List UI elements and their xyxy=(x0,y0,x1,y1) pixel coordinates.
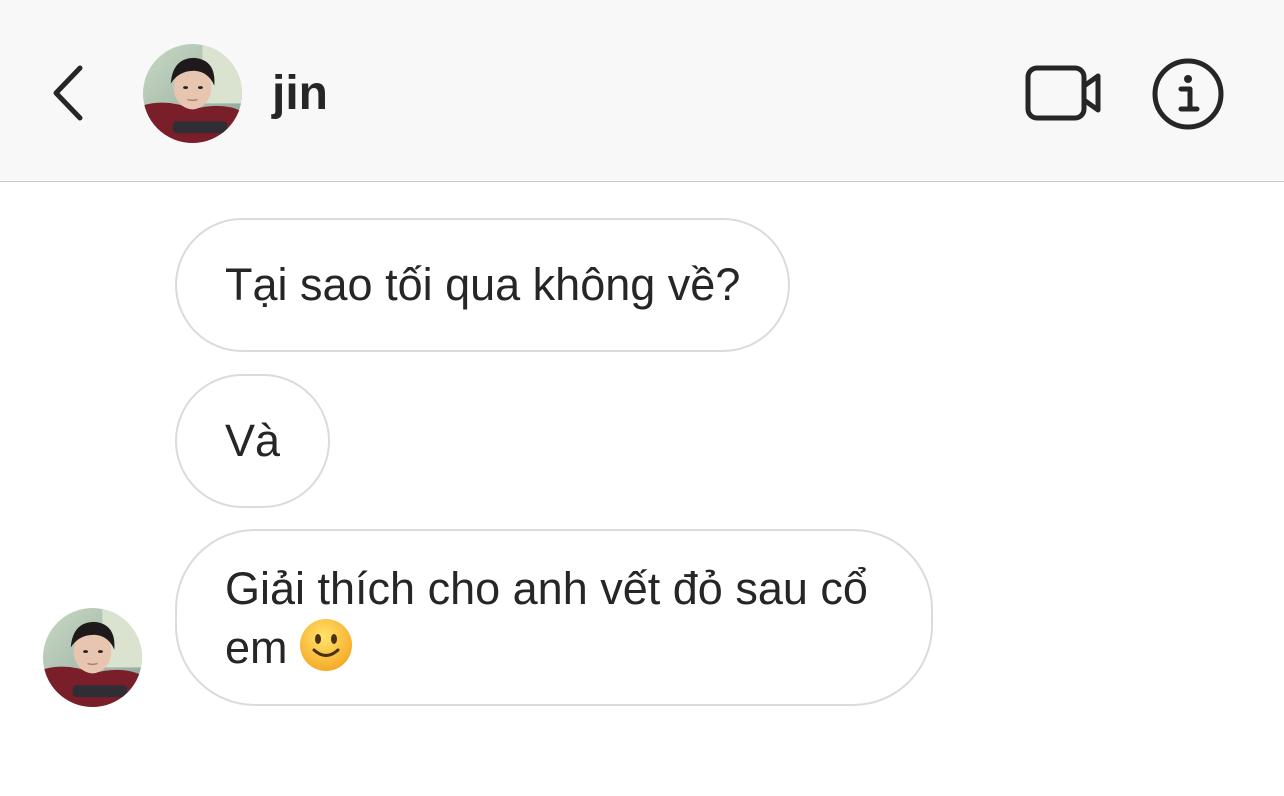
info-icon xyxy=(1152,58,1224,130)
video-camera-icon xyxy=(1025,65,1101,121)
profile-photo xyxy=(143,44,242,143)
message-bubble[interactable]: Tại sao tối qua không về? xyxy=(175,218,791,352)
profile-photo xyxy=(43,608,142,707)
info-button[interactable] xyxy=(1150,56,1226,132)
header-avatar[interactable] xyxy=(143,44,242,143)
chat-username[interactable]: jin xyxy=(272,66,328,122)
message-bubble[interactable]: Và xyxy=(175,374,331,508)
message-text: Và xyxy=(225,415,281,466)
sender-avatar[interactable] xyxy=(43,608,142,707)
slightly-smiling-face-emoji xyxy=(298,617,354,673)
back-button[interactable] xyxy=(40,56,100,130)
message-bubble[interactable]: Giải thích cho anh vết đỏ sau cổ em xyxy=(175,529,933,706)
video-call-button[interactable] xyxy=(1022,62,1106,124)
chat-header: jin xyxy=(0,0,1284,182)
chevron-left-icon xyxy=(53,65,83,121)
message-text: Tại sao tối qua không về? xyxy=(225,259,741,310)
